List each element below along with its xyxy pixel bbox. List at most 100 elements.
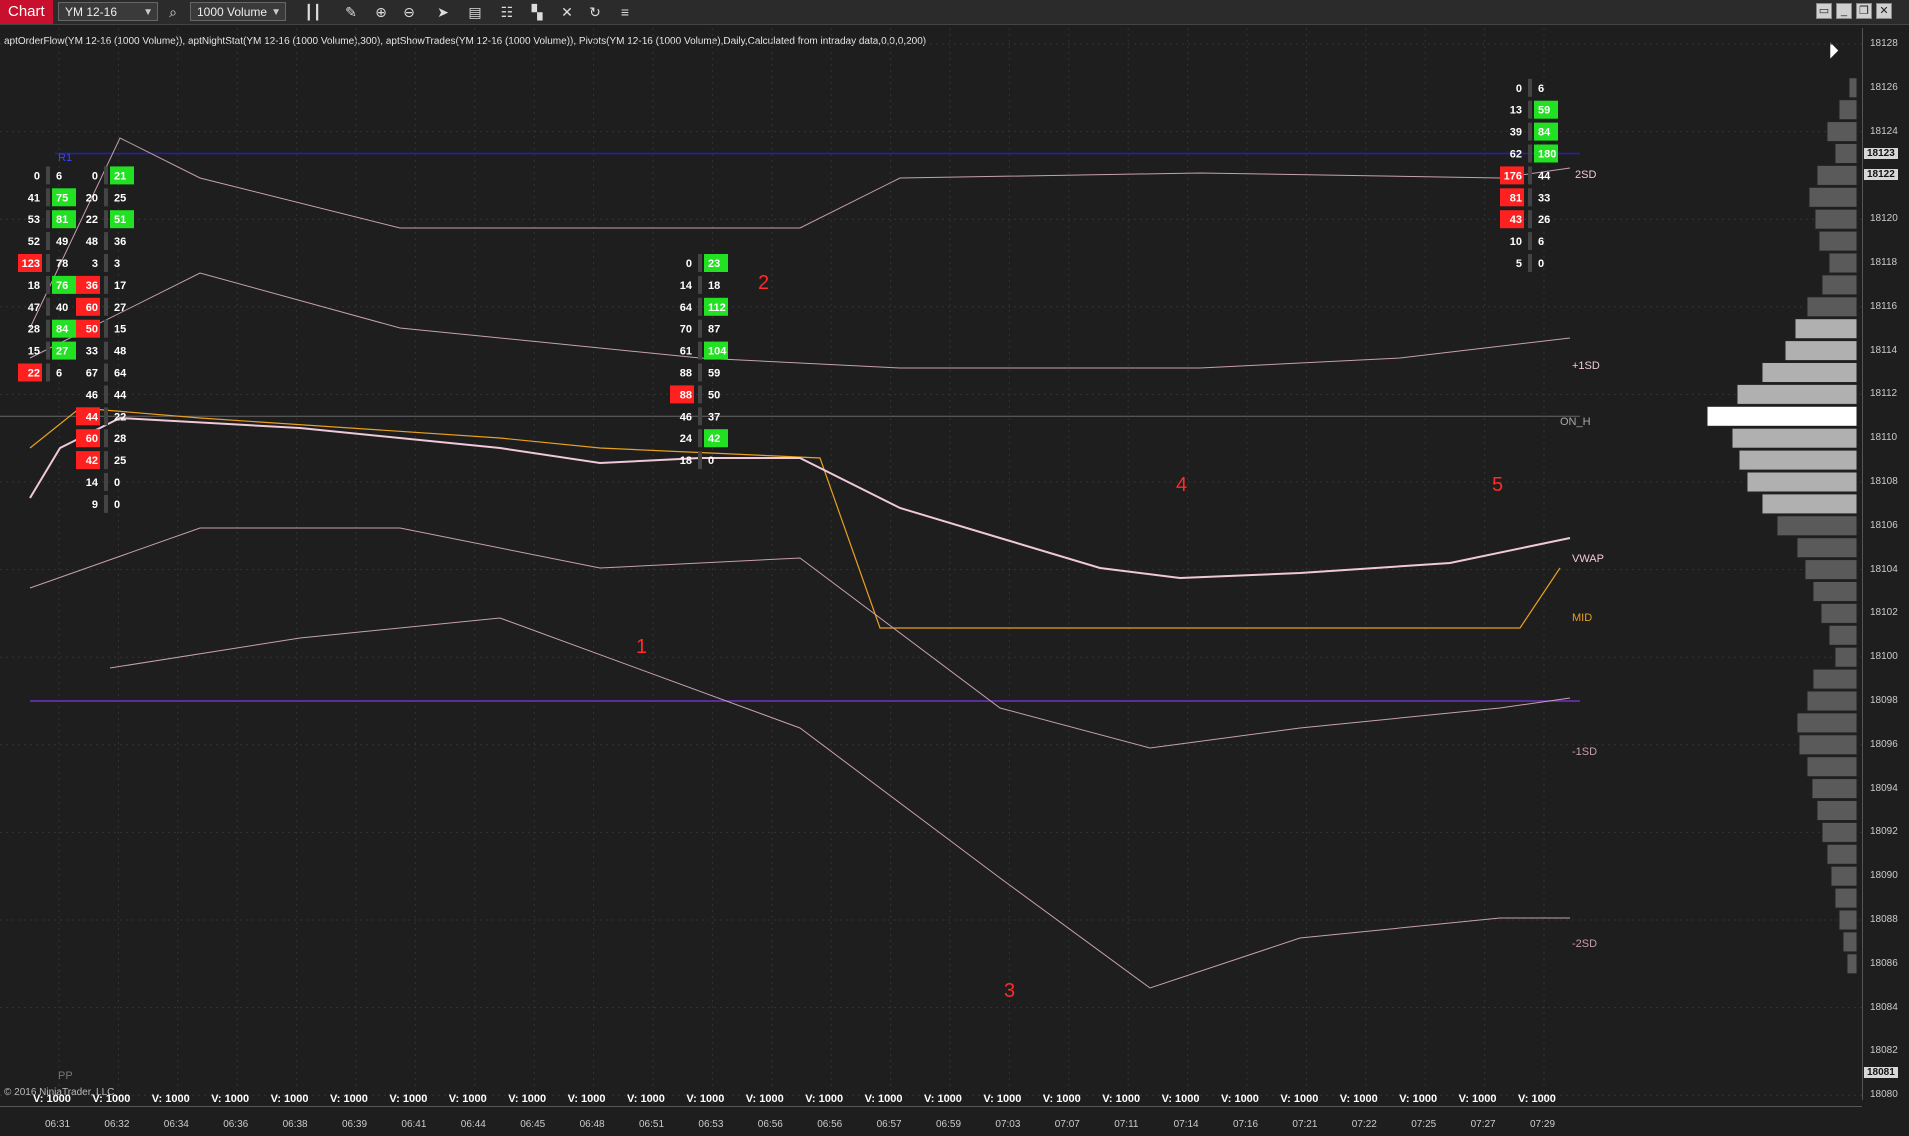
footprint-candle (104, 494, 108, 513)
bid-volume-text: 53 (28, 214, 40, 226)
footprint-candle (46, 297, 50, 316)
price-label: 18123 (1864, 147, 1898, 159)
volume-profile-bar (1818, 230, 1858, 252)
volume-profile (1706, 77, 1858, 975)
search-icon[interactable]: ⌕ (162, 2, 184, 22)
chart-tab[interactable]: Chart (0, 0, 53, 24)
bid-volume-text: 88 (680, 389, 692, 401)
bid-volume-text: 18 (28, 280, 40, 292)
price-label: 18120 (1870, 213, 1898, 225)
bid-volume-text: 44 (86, 411, 99, 423)
restore-icon[interactable]: ❐ (1856, 3, 1872, 19)
time-label: 07:22 (1351, 1119, 1377, 1130)
volume-profile-bar (1821, 274, 1858, 296)
ask-volume-text: 28 (114, 433, 126, 445)
time-axis[interactable] (0, 1106, 1862, 1136)
bid-volume-text: 60 (86, 302, 98, 314)
time-label: 07:29 (1530, 1119, 1556, 1130)
volume-profile-bar (1816, 800, 1858, 821)
ask-volume-text: 0 (1538, 258, 1544, 270)
minimize-icon[interactable]: _ (1836, 3, 1852, 19)
footprint-candle (104, 473, 108, 491)
time-label: 06:57 (876, 1119, 902, 1130)
footprint-candle (698, 319, 702, 338)
bar-volume-label: V: 1000 (1518, 1093, 1556, 1105)
bid-volume-text: 46 (680, 411, 692, 423)
level-minus2sd-label: -2SD (1572, 938, 1598, 950)
volume-profile-bar (1761, 362, 1858, 383)
bid-volume-text: 20 (86, 192, 98, 204)
bars-icon[interactable]: ┃┃ (302, 2, 324, 22)
footprint-candle (104, 210, 108, 229)
cascade-icon[interactable]: ▚ (526, 2, 548, 22)
time-label: 06:34 (163, 1119, 189, 1130)
ask-volume-text: 0 (114, 477, 120, 489)
ask-volume-text: 50 (708, 389, 720, 401)
ask-volume-text: 51 (114, 214, 126, 226)
pointer-icon[interactable]: ➤ (432, 2, 454, 22)
bid-volume-text: 41 (28, 192, 40, 204)
annotation-1: 1 (636, 636, 648, 658)
annotation-5: 5 (1492, 474, 1504, 496)
bar-volume-label: V: 1000 (1339, 1093, 1378, 1105)
mid-line (29, 407, 1561, 629)
bar-volume-label: V: 1000 (864, 1093, 903, 1105)
instrument-selector[interactable]: YM 12-16 ▼ (58, 2, 158, 21)
level-minus1sd-label: -1SD (1572, 746, 1598, 758)
ask-volume-text: 22 (114, 411, 126, 423)
volume-profile-bar (1806, 756, 1858, 778)
ask-volume-text: 0 (114, 499, 120, 511)
bid-volume-text: 88 (680, 368, 692, 380)
price-label: 18088 (1870, 914, 1898, 925)
chart-toolbar: Chart YM 12-16 ▼ ⌕ 1000 Volume ▼ ┃┃ ✎ ⊕ … (0, 0, 1909, 25)
bid-volume-text: 0 (92, 170, 98, 182)
bid-volume-text: 39 (1510, 127, 1522, 139)
footprint-candle (698, 385, 702, 404)
footprint-candle (104, 188, 108, 207)
price-label: 18098 (1870, 695, 1898, 706)
volume-profile-bar (1846, 953, 1858, 975)
ask-volume-text: 33 (1538, 192, 1550, 204)
volume-profile-bar (1826, 843, 1858, 865)
time-label: 06:44 (460, 1119, 486, 1130)
menu-icon[interactable]: ≡ (614, 2, 636, 22)
volume-profile-bar (1806, 690, 1858, 712)
footprint-candle (698, 297, 702, 316)
footprint-candle (46, 188, 50, 207)
layout-icon[interactable]: ☷ (496, 2, 518, 22)
price-label: 18082 (1870, 1045, 1898, 1057)
zoom-in-icon[interactable]: ⊕ (370, 2, 392, 22)
bar-volume-label: V: 1000 (627, 1093, 665, 1105)
refresh-icon[interactable]: ↻ (584, 2, 606, 22)
bid-volume-text: 13 (1510, 105, 1522, 117)
tile-icon[interactable]: ▭ (1816, 3, 1832, 19)
bid-volume-text: 24 (680, 433, 693, 445)
properties-icon[interactable]: ▤ (464, 2, 486, 22)
volume-profile-bar (1776, 515, 1858, 537)
period-selector[interactable]: 1000 Volume ▼ (190, 2, 286, 21)
ask-volume-text: 59 (708, 368, 720, 380)
close-icon[interactable]: ✕ (1876, 3, 1892, 19)
price-label: 18094 (1870, 782, 1898, 794)
footprint-candle (104, 341, 108, 360)
bar-volume-label: V: 1000 (1399, 1093, 1438, 1105)
bid-volume-text: 60 (86, 433, 98, 445)
footprint-candle (698, 451, 702, 470)
volume-profile-bar (1816, 164, 1858, 186)
price-label: 18104 (1870, 563, 1898, 575)
zoom-out-icon[interactable]: ⊖ (398, 2, 420, 22)
price-label: 18116 (1870, 300, 1898, 312)
time-label: 07:11 (1114, 1119, 1139, 1130)
period-value: 1000 Volume (197, 5, 268, 19)
price-label: 18090 (1870, 870, 1898, 882)
instrument-value: YM 12-16 (65, 5, 118, 19)
crosshair-icon[interactable]: ✕ (556, 2, 578, 22)
volume-profile-bar (1821, 821, 1858, 843)
ask-volume-text: 17 (114, 280, 126, 292)
bar-volume-label: V: 1000 (448, 1093, 487, 1105)
footprint-candle (104, 429, 108, 448)
pencil-icon[interactable]: ✎ (340, 2, 362, 22)
bar-volume-label: V: 1000 (745, 1093, 784, 1105)
bar-volume-label: V: 1000 (805, 1093, 844, 1105)
price-label: 18126 (1870, 81, 1898, 93)
